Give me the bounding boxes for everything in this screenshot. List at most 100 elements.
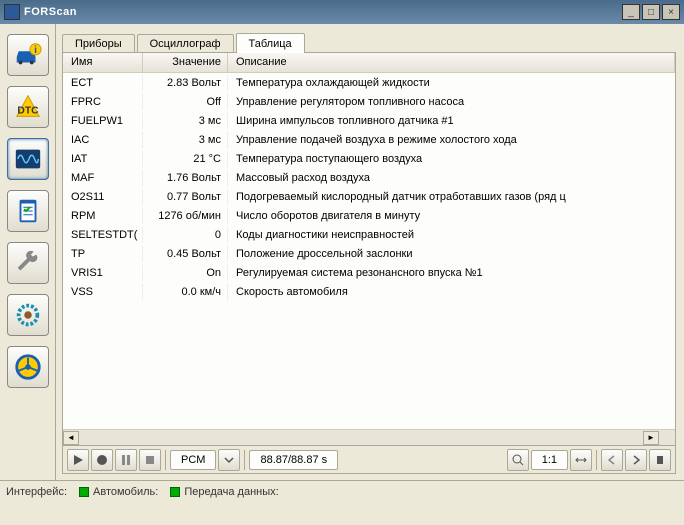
cell-desc: Подогреваемый кислородный датчик отработ… bbox=[228, 189, 675, 205]
sidebar-vehicle-button[interactable]: i bbox=[7, 34, 49, 76]
cell-value: 1276 об/мин bbox=[143, 208, 228, 224]
col-name[interactable]: Имя bbox=[63, 53, 143, 72]
bottom-toolbar: PCM 88.87/88.87 s 1:1 bbox=[62, 446, 676, 474]
cell-name: IAT bbox=[63, 151, 143, 167]
sidebar-oscilloscope-button[interactable] bbox=[7, 138, 49, 180]
status-data-label: Передача данных: bbox=[184, 486, 278, 498]
play-button[interactable] bbox=[67, 449, 89, 471]
status-car-label: Автомобиль: bbox=[93, 486, 158, 498]
pause-icon bbox=[119, 453, 133, 467]
scroll-track[interactable] bbox=[79, 431, 643, 445]
chevron-down-icon bbox=[222, 453, 236, 467]
cell-desc: Массовый расход воздуха bbox=[228, 170, 675, 186]
scroll-left-icon[interactable]: ◄ bbox=[63, 431, 79, 445]
table-panel: Имя Значение Описание ECT2.83 ВольтТемпе… bbox=[62, 52, 676, 446]
marker-icon bbox=[653, 453, 667, 467]
cell-name: SELTESTDT( bbox=[63, 227, 143, 243]
sidebar-dtc-button[interactable]: DTC bbox=[7, 86, 49, 128]
col-desc[interactable]: Описание bbox=[228, 53, 675, 72]
sidebar-tests-button[interactable] bbox=[7, 190, 49, 232]
cell-value: On bbox=[143, 265, 228, 281]
table-row[interactable]: VRIS1OnРегулируемая система резонансного… bbox=[63, 263, 675, 282]
dtc-warning-icon: DTC bbox=[13, 92, 43, 122]
cell-value: 1.76 Вольт bbox=[143, 170, 228, 186]
wrench-icon bbox=[13, 248, 43, 278]
window-title: FORScan bbox=[24, 6, 620, 18]
magnifier-icon bbox=[511, 453, 525, 467]
cell-value: 0.45 Вольт bbox=[143, 246, 228, 262]
cell-value: 21 °C bbox=[143, 151, 228, 167]
record-icon bbox=[95, 453, 109, 467]
cell-value: Off bbox=[143, 94, 228, 110]
table-row[interactable]: RPM1276 об/минЧисло оборотов двигателя в… bbox=[63, 206, 675, 225]
pause-button[interactable] bbox=[115, 449, 137, 471]
table-row[interactable]: IAT21 °CТемпература поступающего воздуха bbox=[63, 149, 675, 168]
cell-value: 3 мс bbox=[143, 113, 228, 129]
gear-icon bbox=[13, 300, 43, 330]
cell-name: FPRC bbox=[63, 94, 143, 110]
zoom-fit-button[interactable] bbox=[570, 449, 592, 471]
cell-name: TP bbox=[63, 246, 143, 262]
svg-text:DTC: DTC bbox=[17, 106, 39, 117]
sidebar-service-button[interactable] bbox=[7, 242, 49, 284]
cell-desc: Температура охлаждающей жидкости bbox=[228, 75, 675, 91]
marker-button[interactable] bbox=[649, 449, 671, 471]
col-value[interactable]: Значение bbox=[143, 53, 228, 72]
cell-value: 2.83 Вольт bbox=[143, 75, 228, 91]
tab-table[interactable]: Таблица bbox=[236, 33, 305, 53]
zoom-ratio: 1:1 bbox=[531, 450, 568, 470]
close-button[interactable]: × bbox=[662, 4, 680, 20]
next-page-button[interactable] bbox=[625, 449, 647, 471]
table-body: ECT2.83 ВольтТемпература охлаждающей жид… bbox=[63, 73, 675, 429]
table-row[interactable]: SELTESTDT(0Коды диагностики неисправност… bbox=[63, 225, 675, 244]
maximize-button[interactable]: □ bbox=[642, 4, 660, 20]
svg-text:i: i bbox=[34, 45, 37, 56]
time-indicator: 88.87/88.87 s bbox=[249, 450, 338, 470]
cell-desc: Скорость автомобиля bbox=[228, 284, 675, 300]
status-bar: Интерфейс: Автомобиль: Передача данных: bbox=[0, 480, 684, 502]
cell-desc: Температура поступающего воздуха bbox=[228, 151, 675, 167]
cell-desc: Число оборотов двигателя в минуту bbox=[228, 208, 675, 224]
status-interface-label: Интерфейс: bbox=[6, 486, 67, 498]
waveform-icon bbox=[13, 144, 43, 174]
tab-instruments[interactable]: Приборы bbox=[62, 34, 135, 52]
sidebar-settings-button[interactable] bbox=[7, 294, 49, 336]
record-button[interactable] bbox=[91, 449, 113, 471]
sidebar: i DTC bbox=[0, 24, 56, 480]
prev-icon bbox=[605, 453, 619, 467]
table-row[interactable]: FPRCOffУправление регулятором топливного… bbox=[63, 92, 675, 111]
table-row[interactable]: TP0.45 ВольтПоложение дроссельной заслон… bbox=[63, 244, 675, 263]
sidebar-help-button[interactable] bbox=[7, 346, 49, 388]
play-icon bbox=[71, 453, 85, 467]
module-dropdown-button[interactable] bbox=[218, 449, 240, 471]
cell-name: VRIS1 bbox=[63, 265, 143, 281]
fit-icon bbox=[574, 453, 588, 467]
zoom-button[interactable] bbox=[507, 449, 529, 471]
table-row[interactable]: FUELPW13 мсШирина импульсов топливного д… bbox=[63, 111, 675, 130]
minimize-button[interactable]: _ bbox=[622, 4, 640, 20]
led-interface-icon bbox=[79, 487, 89, 497]
horizontal-scrollbar[interactable]: ◄ ► bbox=[63, 429, 675, 445]
scroll-right-icon[interactable]: ► bbox=[643, 431, 659, 445]
next-icon bbox=[629, 453, 643, 467]
table-row[interactable]: MAF1.76 ВольтМассовый расход воздуха bbox=[63, 168, 675, 187]
tab-bar: Приборы Осциллограф Таблица bbox=[62, 30, 676, 52]
prev-page-button[interactable] bbox=[601, 449, 623, 471]
stop-button[interactable] bbox=[139, 449, 161, 471]
table-row[interactable]: VSS0.0 км/чСкорость автомобиля bbox=[63, 282, 675, 301]
steering-wheel-icon bbox=[13, 352, 43, 382]
cell-name: IAC bbox=[63, 132, 143, 148]
cell-desc: Управление подачей воздуха в режиме холо… bbox=[228, 132, 675, 148]
cell-value: 0 bbox=[143, 227, 228, 243]
table-row[interactable]: ECT2.83 ВольтТемпература охлаждающей жид… bbox=[63, 73, 675, 92]
table-row[interactable]: IAC3 мсУправление подачей воздуха в режи… bbox=[63, 130, 675, 149]
title-bar: FORScan _ □ × bbox=[0, 0, 684, 24]
cell-desc: Коды диагностики неисправностей bbox=[228, 227, 675, 243]
cell-name: MAF bbox=[63, 170, 143, 186]
cell-desc: Регулируемая система резонансного впуска… bbox=[228, 265, 675, 281]
clipboard-check-icon bbox=[13, 196, 43, 226]
cell-desc: Управление регулятором топливного насоса bbox=[228, 94, 675, 110]
tab-oscillograph[interactable]: Осциллограф bbox=[137, 34, 234, 52]
table-row[interactable]: O2S110.77 ВольтПодогреваемый кислородный… bbox=[63, 187, 675, 206]
cell-name: RPM bbox=[63, 208, 143, 224]
